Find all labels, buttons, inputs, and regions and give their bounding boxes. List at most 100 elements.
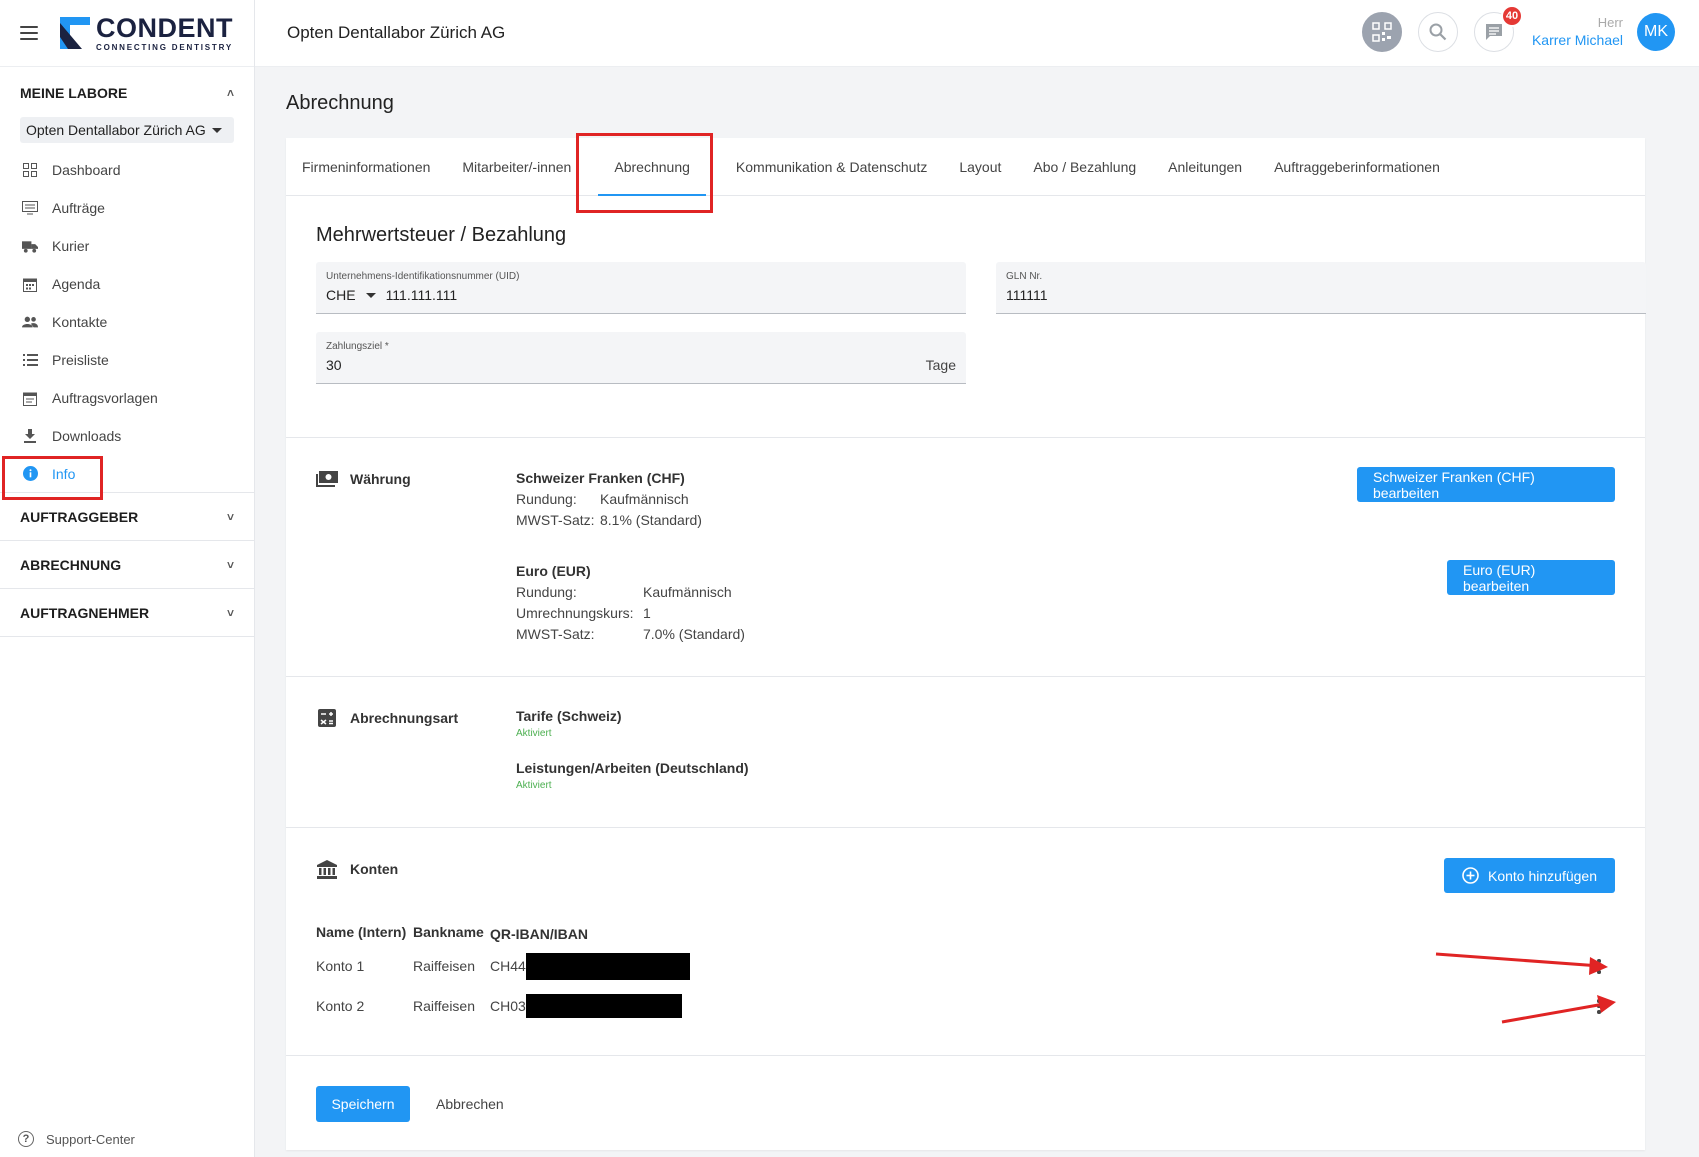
billing-type-title: Leistungen/Arbeiten (Deutschland) (516, 760, 749, 776)
billing-type-title: Tarife (Schweiz) (516, 708, 622, 724)
add-circle-icon (1462, 867, 1479, 884)
sidebar-item-agenda[interactable]: Agenda (0, 265, 254, 303)
payment-term-value: 30 (326, 357, 342, 373)
sidebar-item-preisliste[interactable]: Preisliste (0, 341, 254, 379)
truck-icon (22, 238, 38, 254)
save-button[interactable]: Speichern (316, 1086, 410, 1122)
account-name: Konto 1 (316, 958, 365, 974)
eur-rate-value: 1 (643, 605, 651, 621)
sidebar-item-label: Info (52, 465, 76, 482)
edit-eur-button[interactable]: Euro (EUR) bearbeiten (1447, 560, 1615, 595)
chf-vat-key: MWST-Satz: (516, 512, 595, 528)
tab-abrechnung[interactable]: Abrechnung (598, 138, 706, 196)
settings-card: Firmeninformationen Mitarbeiter/-innen A… (286, 138, 1646, 1150)
eur-rounding-value: Kaufmännisch (643, 584, 732, 600)
add-account-button[interactable]: Konto hinzufügen (1444, 858, 1615, 893)
sidebar-item-auftraege[interactable]: Aufträge (0, 189, 254, 227)
sidebar-item-kurier[interactable]: Kurier (0, 227, 254, 265)
search-icon (1429, 23, 1447, 41)
accounts-table: Name (Intern) Bankname QR-IBAN/IBAN Kont… (316, 924, 690, 1024)
table-row[interactable]: Konto 2 Raiffeisen CH03 (316, 988, 690, 1024)
column-header-iban: QR-IBAN/IBAN (490, 926, 588, 942)
redacted-iban (525, 994, 682, 1018)
notification-badge: 40 (1500, 5, 1523, 27)
topbar-actions: 40 Herr Karrer Michael MK (1346, 5, 1675, 52)
caret-down-icon (365, 292, 376, 298)
eur-block: Euro (EUR) Rundung: Kaufmännisch Umrechnu… (516, 561, 745, 645)
billing-type-label-row: Abrechnungsart (316, 709, 458, 727)
orders-icon (22, 200, 38, 216)
lab-select[interactable]: Opten Dentallabor Zürich AG (20, 117, 234, 143)
brand-logo[interactable]: CONDENT CONNECTING DENTISTRY (60, 14, 234, 52)
billing-type-label: Abrechnungsart (350, 710, 459, 726)
hamburger-menu-icon[interactable] (20, 26, 38, 40)
eur-vat-value: 7.0% (Standard) (643, 626, 745, 642)
tab-firmeninformationen[interactable]: Firmeninformationen (302, 138, 430, 196)
account-iban: CH03 (490, 994, 690, 1018)
help-icon: ? (18, 1131, 34, 1147)
cancel-button[interactable]: Abbrechen (436, 1086, 504, 1122)
gln-field[interactable]: GLN Nr. 111111 (996, 262, 1646, 314)
payment-term-field[interactable]: Zahlungsziel * 30 Tage (316, 332, 966, 384)
qr-code-button[interactable] (1361, 12, 1402, 52)
eur-vat-key: MWST-Satz: (516, 626, 595, 642)
accounts-label-row: Konten (316, 859, 398, 879)
auftraggeber-section[interactable]: AUFTRAGGEBER ˅ (0, 493, 254, 541)
account-iban: CH44 (490, 952, 690, 980)
messages-button[interactable]: 40 (1473, 5, 1523, 52)
condent-logo-icon (60, 17, 90, 49)
lab-select-value: Opten Dentallabor Zürich AG (26, 122, 206, 138)
brand-tagline: CONNECTING DENTISTRY (96, 42, 234, 52)
currency-icon (316, 470, 338, 488)
billing-type-de: Leistungen/Arbeiten (Deutschland) Aktivi… (516, 759, 749, 795)
logo-row: CONDENT CONNECTING DENTISTRY (0, 0, 254, 67)
meine-labore-header[interactable]: MEINE LABORE ˄ (0, 69, 254, 117)
template-icon (22, 390, 38, 406)
user-name: Karrer Michael (1531, 32, 1623, 49)
payment-term-label: Zahlungsziel * (326, 341, 389, 352)
currency-label-row: Währung (316, 470, 411, 488)
avatar[interactable]: MK (1637, 13, 1675, 51)
download-icon (22, 428, 38, 444)
chf-title: Schweizer Franken (CHF) (516, 470, 685, 486)
billing-type-status: Aktiviert (516, 728, 552, 739)
billing-type-ch: Tarife (Schweiz) Aktiviert (516, 707, 622, 743)
table-row[interactable]: Konto 1 Raiffeisen CH44 (316, 948, 690, 984)
uid-prefix-select[interactable]: CHE (326, 287, 356, 303)
sidebar-item-auftragsvorlagen[interactable]: Auftragsvorlagen (0, 379, 254, 417)
edit-chf-button[interactable]: Schweizer Franken (CHF) bearbeiten (1357, 467, 1615, 502)
account-1-more-icon[interactable] (1597, 958, 1601, 975)
auftragnehmer-section[interactable]: AUFTRAGNEHMER ˅ (0, 589, 254, 637)
column-header-name: Name (Intern) (316, 924, 407, 940)
uid-field[interactable]: Unternehmens-Identifikationsnummer (UID)… (316, 262, 966, 314)
form-actions: Speichern Abbrechen (286, 1056, 1645, 1146)
qr-code-icon (1372, 22, 1392, 42)
currency-label: Währung (350, 471, 411, 487)
uid-number[interactable]: 111.111.111 (386, 287, 458, 303)
tab-auftraggeberinformationen[interactable]: Auftraggeberinformationen (1274, 138, 1440, 196)
search-button[interactable] (1417, 12, 1458, 52)
sidebar-item-kontakte[interactable]: Kontakte (0, 303, 254, 341)
billing-type-section: Abrechnungsart Tarife (Schweiz) Aktivier… (286, 677, 1645, 828)
sidebar-item-label: Preisliste (52, 352, 109, 368)
tab-layout[interactable]: Layout (959, 138, 1001, 196)
tab-kommunikation[interactable]: Kommunikation & Datenschutz (736, 138, 927, 196)
abrechnung-section[interactable]: ABRECHNUNG ˅ (0, 541, 254, 589)
sidebar-item-label: Aufträge (52, 200, 105, 216)
user-info[interactable]: Herr Karrer Michael (1532, 14, 1623, 50)
tab-anleitungen[interactable]: Anleitungen (1168, 138, 1242, 196)
tab-abo-bezahlung[interactable]: Abo / Bezahlung (1033, 138, 1136, 196)
tab-mitarbeiter[interactable]: Mitarbeiter/-innen (462, 138, 580, 196)
table-header: Name (Intern) Bankname QR-IBAN/IBAN (316, 924, 690, 944)
redacted-iban (525, 952, 690, 980)
chf-block: Schweizer Franken (CHF) Rundung: Kaufmänn… (516, 468, 702, 531)
account-2-more-icon[interactable] (1597, 998, 1601, 1015)
sidebar-item-label: Agenda (52, 276, 101, 292)
sidebar-item-info[interactable]: Info (0, 455, 254, 493)
sidebar-item-downloads[interactable]: Downloads (0, 417, 254, 455)
support-center-link[interactable]: ? Support-Center (18, 1131, 135, 1147)
iban-prefix: CH44 (490, 958, 526, 974)
chevron-down-icon: ˅ (226, 509, 234, 524)
sidebar-item-dashboard[interactable]: Dashboard (0, 151, 254, 189)
calendar-icon (22, 276, 38, 292)
